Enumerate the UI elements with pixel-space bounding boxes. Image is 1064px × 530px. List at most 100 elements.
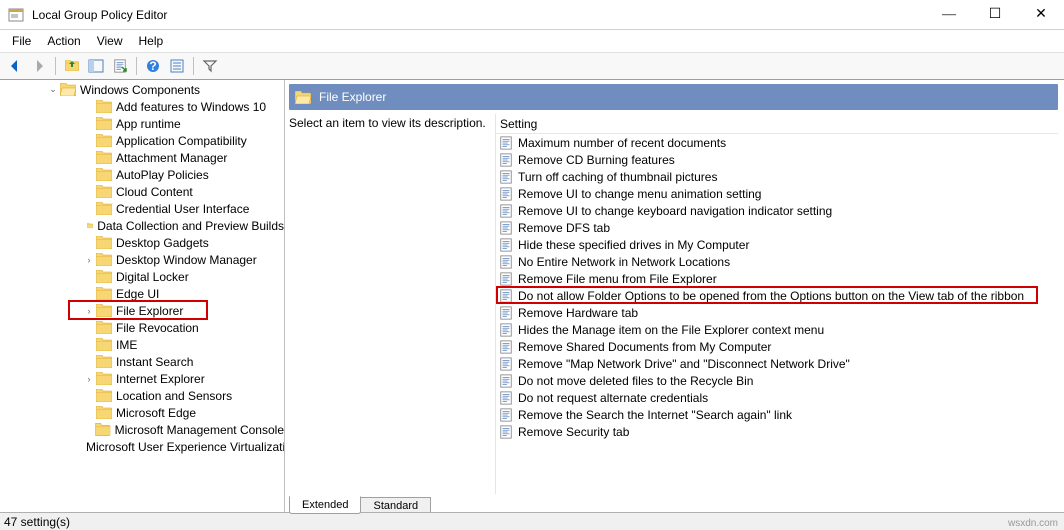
folder-icon (96, 355, 112, 368)
setting-label: Remove Hardware tab (518, 306, 638, 320)
tree-item[interactable]: IME (0, 336, 284, 353)
export-button[interactable] (109, 55, 131, 77)
caret-right-icon[interactable]: › (82, 255, 96, 265)
setting-item[interactable]: Remove DFS tab (496, 219, 1058, 236)
tab-extended[interactable]: Extended (289, 496, 361, 514)
window-title: Local Group Policy Editor (32, 8, 926, 22)
setting-item[interactable]: Remove the Search the Internet "Search a… (496, 406, 1058, 423)
status-text: 47 setting(s) (4, 515, 70, 529)
setting-item[interactable]: Turn off caching of thumbnail pictures (496, 168, 1058, 185)
folder-icon (96, 287, 112, 300)
tree-item[interactable]: Cloud Content (0, 183, 284, 200)
caret-right-icon[interactable]: › (82, 374, 96, 384)
setting-label: Remove CD Burning features (518, 153, 675, 167)
tree-item[interactable]: Microsoft User Experience Virtualization (0, 438, 284, 455)
tree-item[interactable]: ›File Explorer (0, 302, 284, 319)
setting-item[interactable]: Remove CD Burning features (496, 151, 1058, 168)
policy-icon (498, 424, 514, 440)
policy-icon (498, 373, 514, 389)
show-hide-tree-button[interactable] (85, 55, 107, 77)
tree-scroll[interactable]: ⌄ Windows Components Add features to Windo… (0, 80, 284, 515)
tree-item[interactable]: AutoPlay Policies (0, 166, 284, 183)
back-button[interactable] (4, 55, 26, 77)
setting-item[interactable]: Do not allow Folder Options to be opened… (496, 287, 1058, 304)
tree-item[interactable]: Instant Search (0, 353, 284, 370)
setting-item[interactable]: Remove UI to change menu animation setti… (496, 185, 1058, 202)
tree-label: Desktop Gadgets (116, 236, 209, 250)
setting-item[interactable]: Remove Hardware tab (496, 304, 1058, 321)
tree-label: Windows Components (80, 83, 200, 97)
folder-icon (96, 185, 112, 198)
settings-list[interactable]: Maximum number of recent documents Remove… (496, 134, 1058, 494)
filter-button[interactable] (199, 55, 221, 77)
toolbar: ? (0, 52, 1064, 80)
tree-item[interactable]: Digital Locker (0, 268, 284, 285)
caret-right-icon[interactable]: › (82, 306, 96, 316)
menu-action[interactable]: Action (39, 32, 88, 50)
tree-item[interactable]: App runtime (0, 115, 284, 132)
policy-icon (498, 322, 514, 338)
menu-file[interactable]: File (4, 32, 39, 50)
setting-item[interactable]: Remove UI to change keyboard navigation … (496, 202, 1058, 219)
tree-label: Desktop Window Manager (116, 253, 257, 267)
setting-item[interactable]: Remove Shared Documents from My Computer (496, 338, 1058, 355)
tree-item[interactable]: Attachment Manager (0, 149, 284, 166)
menu-help[interactable]: Help (131, 32, 172, 50)
tree-item[interactable]: › Desktop Window Manager (0, 251, 284, 268)
forward-button[interactable] (28, 55, 50, 77)
setting-item[interactable]: No Entire Network in Network Locations (496, 253, 1058, 270)
setting-item[interactable]: Remove "Map Network Drive" and "Disconne… (496, 355, 1058, 372)
folder-open-icon (295, 91, 311, 104)
setting-label: Remove Security tab (518, 425, 629, 439)
tree-item[interactable]: File Revocation (0, 319, 284, 336)
tree-label: AutoPlay Policies (116, 168, 209, 182)
folder-icon (96, 321, 112, 334)
folder-icon (96, 270, 112, 283)
folder-icon (96, 134, 112, 147)
settings-column-header[interactable]: Setting (496, 114, 1058, 134)
policy-icon (498, 152, 514, 168)
tree-label: App runtime (116, 117, 181, 131)
setting-label: No Entire Network in Network Locations (518, 255, 730, 269)
properties-button[interactable] (166, 55, 188, 77)
tree-item[interactable]: Edge UI (0, 285, 284, 302)
tree-label: Microsoft User Experience Virtualization (86, 440, 284, 454)
folder-icon (96, 100, 112, 113)
tree-label: Credential User Interface (116, 202, 249, 216)
tree-label: Add features to Windows 10 (116, 100, 266, 114)
setting-item[interactable]: Remove File menu from File Explorer (496, 270, 1058, 287)
tree-label: Application Compatibility (116, 134, 247, 148)
setting-item[interactable]: Hides the Manage item on the File Explor… (496, 321, 1058, 338)
setting-item[interactable]: Do not move deleted files to the Recycle… (496, 372, 1058, 389)
tree-root[interactable]: ⌄ Windows Components (0, 81, 284, 98)
tree-item[interactable]: Credential User Interface (0, 200, 284, 217)
tree-item[interactable]: Add features to Windows 10 (0, 98, 284, 115)
setting-label: Remove File menu from File Explorer (518, 272, 717, 286)
close-button[interactable]: ✕ (1018, 0, 1064, 30)
setting-item[interactable]: Maximum number of recent documents (496, 134, 1058, 151)
maximize-button[interactable]: ☐ (972, 0, 1018, 30)
tree-item[interactable]: Microsoft Edge (0, 404, 284, 421)
policy-icon (498, 339, 514, 355)
menu-view[interactable]: View (89, 32, 131, 50)
minimize-button[interactable]: — (926, 0, 972, 30)
caret-down-icon[interactable]: ⌄ (46, 84, 60, 95)
setting-item[interactable]: Do not request alternate credentials (496, 389, 1058, 406)
up-button[interactable] (61, 55, 83, 77)
window-controls: — ☐ ✕ (926, 0, 1064, 30)
setting-item[interactable]: Hide these specified drives in My Comput… (496, 236, 1058, 253)
tree-label: IME (116, 338, 137, 352)
policy-icon (498, 186, 514, 202)
tree-item[interactable]: ›Internet Explorer (0, 370, 284, 387)
tree-item[interactable]: Location and Sensors (0, 387, 284, 404)
tree-item[interactable]: Desktop Gadgets (0, 234, 284, 251)
policy-icon (498, 305, 514, 321)
setting-label: Maximum number of recent documents (518, 136, 726, 150)
setting-item[interactable]: Remove Security tab (496, 423, 1058, 440)
help-button[interactable]: ? (142, 55, 164, 77)
tree-item[interactable]: Data Collection and Preview Builds (0, 217, 284, 234)
tree-item[interactable]: Application Compatibility (0, 132, 284, 149)
settings-column: Setting Maximum number of recent documen… (495, 114, 1058, 494)
tree-item[interactable]: Microsoft Management Console (0, 421, 284, 438)
tree-label: Digital Locker (116, 270, 189, 284)
